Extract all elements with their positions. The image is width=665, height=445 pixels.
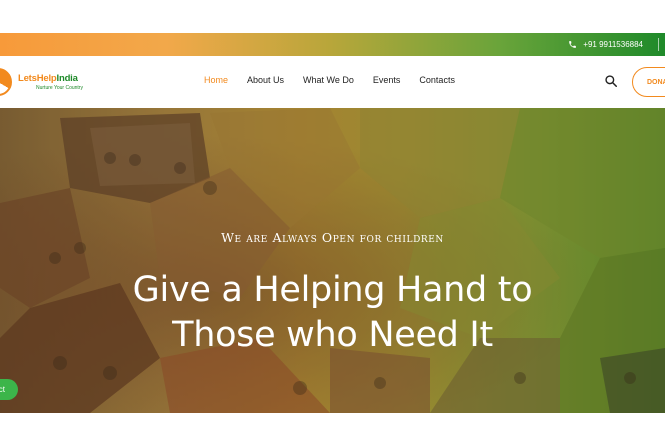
phone-icon: [568, 40, 577, 49]
nav-what-we-do[interactable]: What We Do: [303, 75, 354, 85]
hero-overlay: [0, 108, 665, 413]
search-icon[interactable]: [604, 74, 618, 88]
logo-tagline: Nurture Your Country: [36, 85, 83, 91]
logo-mark-icon: [0, 66, 16, 98]
main-menu: Home About Us What We Do Events Contacts: [204, 75, 474, 85]
nav-events[interactable]: Events: [373, 75, 401, 85]
top-contact-bar: +91 9911536884: [0, 33, 665, 56]
donate-button[interactable]: DONA: [632, 67, 665, 97]
logo-name: LetsHelpIndia: [18, 73, 78, 84]
hero-headline-line2: Those who Need It: [172, 315, 493, 355]
nav-home[interactable]: Home: [204, 75, 228, 85]
hero-banner: We are Always Open for children Give a H…: [0, 108, 665, 413]
nav-about-us[interactable]: About Us: [247, 75, 284, 85]
hero-headline: Give a Helping Hand to Those who Need It: [0, 268, 665, 358]
hero-headline-line1: Give a Helping Hand to: [132, 270, 533, 310]
site-logo[interactable]: LetsHelpIndia Nurture Your Country: [0, 64, 83, 100]
main-navbar: LetsHelpIndia Nurture Your Country Home …: [0, 56, 665, 108]
nav-contacts[interactable]: Contacts: [419, 75, 455, 85]
phone-contact[interactable]: +91 9911536884: [568, 40, 643, 49]
phone-number: +91 9911536884: [583, 40, 643, 49]
topbar-divider: [658, 38, 659, 51]
hero-tagline: We are Always Open for children: [221, 230, 444, 245]
